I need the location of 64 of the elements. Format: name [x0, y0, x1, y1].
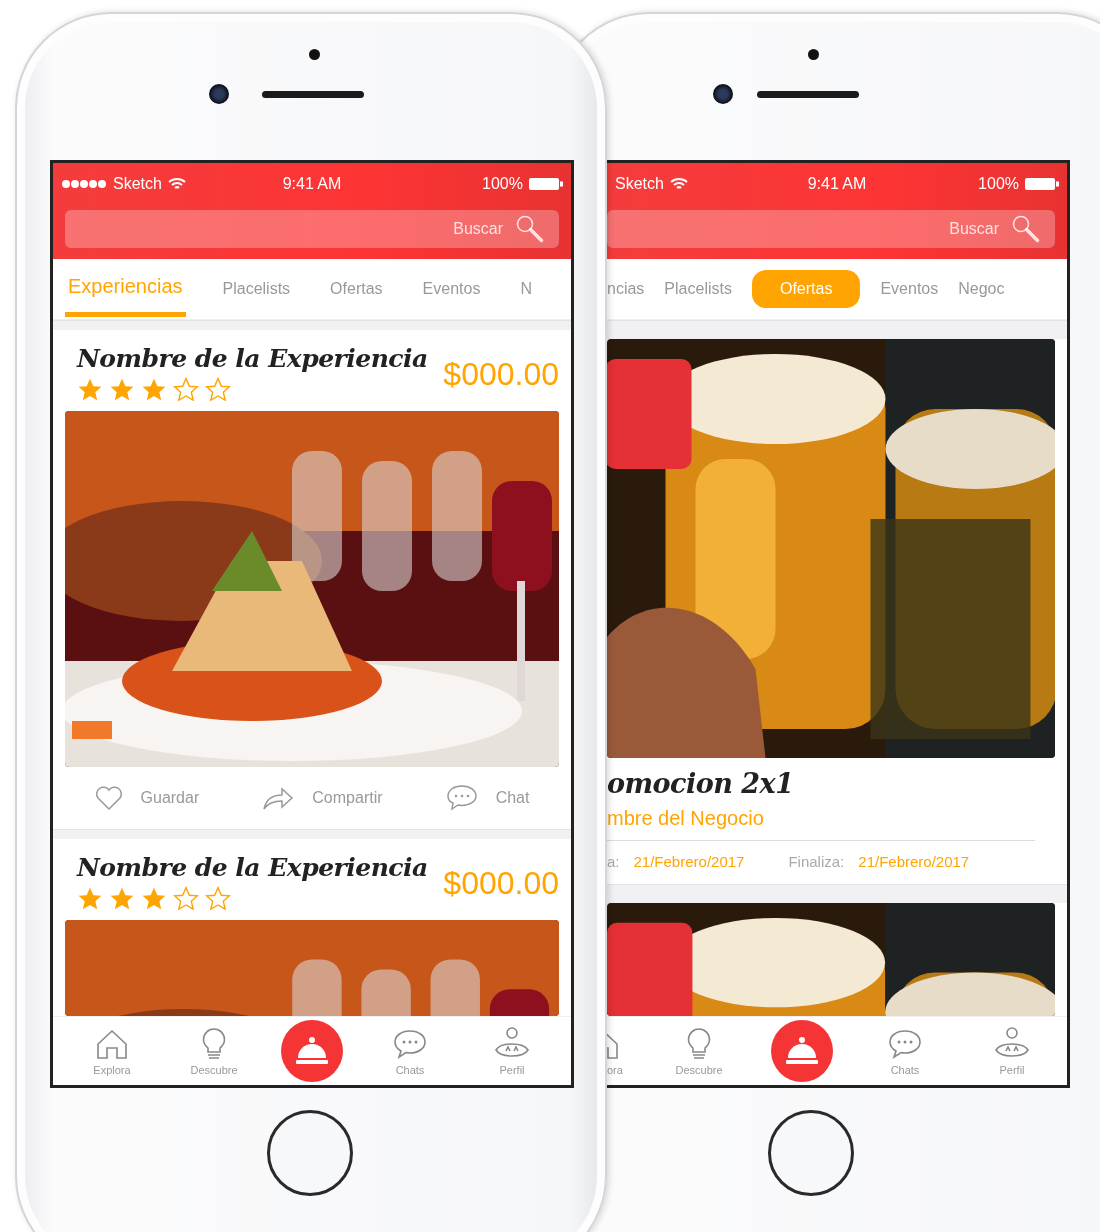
star-icon	[109, 886, 135, 912]
price: $000.00	[443, 356, 559, 394]
card-action[interactable]: Compartir	[256, 784, 389, 812]
star-icon	[173, 377, 199, 403]
service-bell-icon	[784, 1036, 820, 1066]
date-value: 21/Febrero/2017	[633, 853, 745, 870]
status-time: 9:41 AM	[282, 175, 342, 193]
search-icon	[515, 214, 545, 244]
nav-tab[interactable]: Descubre	[664, 1026, 734, 1076]
battery-percent: 100%	[482, 175, 523, 193]
star-icon	[77, 377, 103, 403]
battery-icon	[529, 177, 563, 191]
sensor	[808, 49, 819, 60]
share-arrow-icon	[262, 785, 295, 811]
battery-icon	[1025, 177, 1059, 191]
star-icon	[173, 886, 199, 912]
nav-tab[interactable]: Perfil	[977, 1026, 1047, 1076]
chat-icon	[445, 784, 478, 812]
date-label: a:	[607, 853, 620, 870]
category-tab[interactable]: Placelists	[219, 272, 294, 306]
carrier-name: Sketch	[113, 175, 162, 193]
search-field[interactable]: Buscar	[607, 210, 1055, 248]
category-tab[interactable]: Negoc	[958, 272, 1005, 306]
category-tab[interactable]: Eventos	[419, 272, 484, 306]
star-icon	[141, 886, 167, 912]
card-action[interactable]: Chat	[439, 783, 536, 813]
star-icon	[109, 377, 135, 403]
wifi-icon	[669, 177, 688, 191]
heart-icon	[94, 785, 123, 811]
star-icon	[205, 886, 231, 912]
nav-tab[interactable]: Chats	[375, 1026, 445, 1076]
star-icon	[77, 886, 103, 912]
nav-tab[interactable]: Perfil	[477, 1026, 547, 1076]
service-bell-icon	[294, 1036, 330, 1066]
nav-tab[interactable]: Explora	[77, 1026, 147, 1076]
wifi-icon	[167, 177, 186, 191]
battery-percent: 100%	[978, 175, 1019, 193]
star-icon	[141, 377, 167, 403]
category-tab[interactable]: N	[517, 272, 535, 306]
category-tab[interactable]: ncias	[607, 272, 645, 306]
experience-title: Nombre de la Experiencia	[77, 853, 428, 882]
category-tab[interactable]: Placelists	[664, 272, 732, 306]
search-field[interactable]: Buscar	[65, 210, 559, 248]
offer-title: omocion 2x1	[607, 768, 795, 799]
date-label: Finaliza:	[788, 853, 845, 870]
nav-tab[interactable]: Descubre	[179, 1026, 249, 1076]
category-tab[interactable]: Ofertas	[751, 270, 861, 308]
status-time: 9:41 AM	[807, 175, 867, 193]
star-icon	[205, 377, 231, 403]
card-action[interactable]: Guardar	[88, 784, 206, 812]
price: $000.00	[443, 865, 559, 903]
date-value: 21/Febrero/2017	[858, 853, 970, 870]
camera	[713, 84, 733, 104]
category-tab[interactable]: Ofertas	[327, 272, 386, 306]
nav-tab[interactable]: Chats	[870, 1026, 940, 1076]
signal-icon	[61, 179, 107, 189]
carrier-name: Sketch	[615, 175, 664, 193]
nav-tab[interactable]: ora	[607, 1026, 627, 1076]
search-icon	[1011, 214, 1041, 244]
experience-title: Nombre de la Experiencia	[77, 344, 428, 373]
camera	[209, 84, 229, 104]
business-name: mbre del Negocio	[607, 799, 1035, 841]
sensor	[309, 49, 320, 60]
category-tab[interactable]: Eventos	[880, 272, 939, 306]
